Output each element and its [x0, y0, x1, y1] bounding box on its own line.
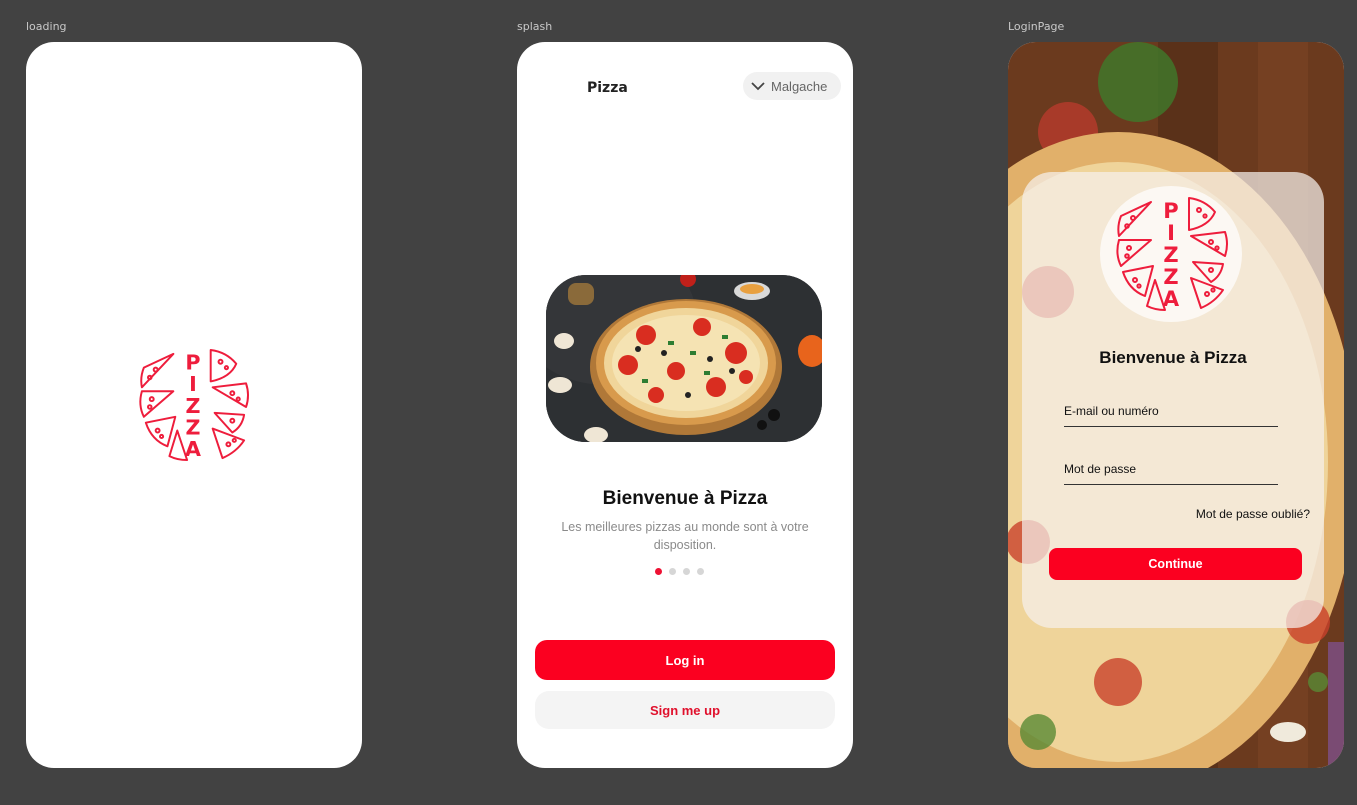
email-placeholder: E-mail ou numéro: [1064, 404, 1159, 418]
chevron-down-icon: [751, 82, 765, 91]
pager-dot[interactable]: [683, 568, 690, 575]
brand-name: Pizza: [587, 80, 628, 96]
forgot-password-link[interactable]: Mot de passe oublié?: [1196, 507, 1310, 521]
logo-badge: [1100, 186, 1242, 322]
login-button[interactable]: Log in: [535, 640, 835, 680]
pager-dots: [655, 568, 704, 575]
pager-dot[interactable]: [697, 568, 704, 575]
frame-label-loading: loading: [26, 20, 67, 33]
login-card: Bienvenue à Pizza E-mail ou numéro Mot d…: [1022, 172, 1324, 628]
email-field[interactable]: E-mail ou numéro: [1064, 404, 1278, 427]
splash-screen: Pizza Malgache Bienvenue à Pizza Les mei…: [517, 42, 853, 768]
pager-dot[interactable]: [669, 568, 676, 575]
login-screen: Bienvenue à Pizza E-mail ou numéro Mot d…: [1008, 42, 1344, 768]
pizza-logo-icon: [134, 348, 252, 462]
splash-subtitle: Les meilleures pizzas au monde sont à vo…: [561, 520, 809, 552]
continue-button[interactable]: Continue: [1049, 548, 1302, 580]
splash-title: Bienvenue à Pizza: [602, 488, 768, 509]
frame-label-splash: splash: [517, 20, 553, 33]
pizza-hero-image: [546, 275, 822, 442]
login-title: Bienvenue à Pizza: [1099, 348, 1247, 367]
language-select-value: Malgache: [771, 78, 828, 94]
signup-button[interactable]: Sign me up: [535, 691, 835, 729]
password-field[interactable]: Mot de passe: [1064, 462, 1278, 485]
pizza-logo-icon: [1111, 196, 1231, 312]
language-select[interactable]: Malgache: [743, 72, 841, 100]
pager-dot[interactable]: [655, 568, 662, 575]
loading-screen: [26, 42, 362, 768]
frame-label-login: LoginPage: [1008, 20, 1065, 33]
password-placeholder: Mot de passe: [1064, 462, 1137, 476]
